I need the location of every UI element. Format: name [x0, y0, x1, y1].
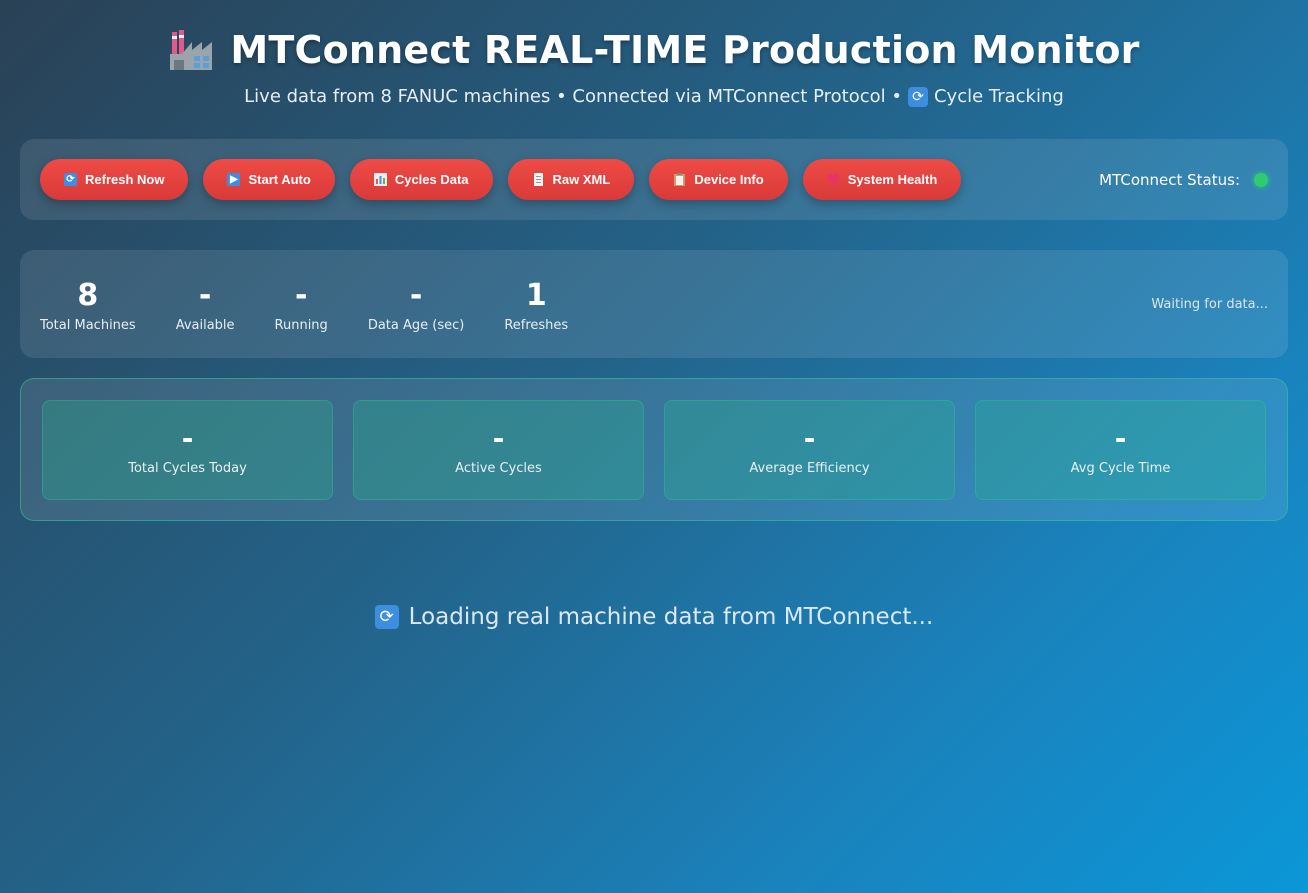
page-header: MTConnect REAL-TIME Production Monitor L…	[0, 24, 1308, 107]
refresh-now-button[interactable]: ⟳ Refresh Now	[40, 159, 189, 200]
card-avg-cycle-time: - Avg Cycle Time	[975, 399, 1266, 500]
stat-available: - Available	[176, 276, 235, 333]
loading-message: ⟳ Loading real machine data from MTConne…	[0, 604, 1308, 630]
card-active-cycles: - Active Cycles	[353, 399, 644, 500]
document-icon	[532, 173, 545, 186]
cycle-label: Active Cycles	[455, 461, 542, 476]
refresh-icon: ⟳	[64, 173, 77, 186]
bar-chart-icon	[373, 173, 387, 186]
cycles-data-button[interactable]: Cycles Data	[349, 159, 493, 200]
button-label: Cycles Data	[394, 172, 469, 187]
connection-status: MTConnect Status:	[1099, 171, 1268, 189]
cycle-label: Total Cycles Today	[128, 461, 247, 476]
button-label: Device Info	[694, 172, 764, 187]
cycle-value: -	[492, 422, 505, 455]
play-icon: ▶	[227, 173, 241, 186]
heart-icon	[827, 173, 840, 186]
page-subtitle: Live data from 8 FANUC machines • Connec…	[0, 86, 1308, 107]
page-title: MTConnect REAL-TIME Production Monitor	[168, 24, 1139, 76]
page-title-text: MTConnect REAL-TIME Production Monitor	[230, 28, 1140, 72]
stat-label: Available	[175, 317, 235, 333]
subtitle-tail: Cycle Tracking	[933, 86, 1064, 107]
loading-text: Loading real machine data from MTConnect…	[408, 604, 934, 630]
cycle-value: -	[803, 422, 816, 455]
stat-value: -	[198, 277, 212, 313]
waiting-status-text: Waiting for data...	[1151, 296, 1268, 312]
stat-value: 1	[525, 277, 547, 313]
device-info-button[interactable]: Device Info	[649, 159, 788, 200]
refresh-icon: ⟳	[907, 86, 928, 107]
cycle-label: Average Efficiency	[749, 461, 870, 476]
stat-label: Data Age (sec)	[367, 317, 465, 333]
stat-value: 8	[77, 277, 99, 313]
stat-label: Running	[274, 317, 328, 333]
stat-label: Refreshes	[504, 317, 569, 333]
start-auto-button[interactable]: ▶ Start Auto	[203, 159, 335, 200]
card-average-efficiency: - Average Efficiency	[664, 399, 955, 500]
raw-xml-button[interactable]: Raw XML	[507, 159, 635, 200]
factory-icon	[168, 28, 214, 72]
button-label: Start Auto	[248, 172, 311, 187]
stat-data-age: - Data Age (sec)	[368, 276, 465, 333]
clipboard-icon	[673, 173, 686, 186]
refresh-icon: ⟳	[374, 605, 399, 629]
cycle-value: -	[1114, 422, 1127, 455]
card-total-cycles-today: - Total Cycles Today	[42, 399, 333, 500]
stat-label: Total Machines	[40, 317, 136, 333]
toolbar: ⟳ Refresh Now ▶ Start Auto Cycles Data R…	[20, 139, 1288, 220]
stat-total-machines: 8 Total Machines	[40, 276, 136, 333]
system-health-button[interactable]: System Health	[802, 159, 962, 200]
button-label: System Health	[847, 172, 938, 187]
cycle-label: Avg Cycle Time	[1070, 461, 1171, 476]
stat-value: -	[294, 277, 308, 313]
cycle-value: -	[181, 422, 194, 455]
stat-running: - Running	[275, 276, 328, 333]
stats-panel: 8 Total Machines - Available - Running -…	[20, 250, 1288, 358]
button-label: Raw XML	[552, 172, 611, 187]
status-label: MTConnect Status:	[1099, 170, 1240, 189]
stat-value: -	[409, 277, 423, 313]
status-indicator	[1254, 172, 1268, 187]
stat-refreshes: 1 Refreshes	[504, 276, 568, 333]
subtitle-text: Live data from 8 FANUC machines • Connec…	[244, 86, 902, 107]
button-label: Refresh Now	[85, 172, 165, 187]
cycles-panel: - Total Cycles Today - Active Cycles - A…	[20, 378, 1288, 521]
